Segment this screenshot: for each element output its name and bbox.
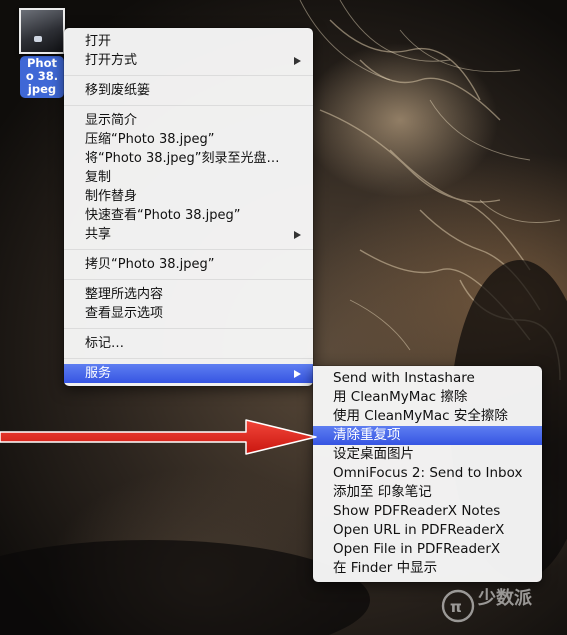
menu-item-label: 打开方式 [85, 53, 138, 68]
service-add-to-evernote[interactable]: 添加至 印象笔记 [313, 483, 542, 502]
service-open-url-in-pdfreaderx[interactable]: Open URL in PDFReaderX [313, 521, 542, 540]
menu-item-label: 拷贝“Photo 38.jpeg” [85, 257, 215, 272]
menu-separator [64, 279, 313, 280]
menu-item-copy[interactable]: 拷贝“Photo 38.jpeg” [64, 255, 313, 274]
menu-item-share[interactable]: 共享 [64, 225, 313, 244]
context-menu: 打开 打开方式 移到废纸篓 显示简介 压缩“Photo 38.jpeg” 将“P… [64, 28, 313, 386]
menu-item-label: OmniFocus 2: Send to Inbox [333, 465, 523, 481]
menu-item-label: 显示简介 [85, 113, 138, 128]
menu-item-clean-up-selection[interactable]: 整理所选内容 [64, 285, 313, 304]
service-omnifocus-send-to-inbox[interactable]: OmniFocus 2: Send to Inbox [313, 464, 542, 483]
svg-text:π: π [450, 598, 462, 616]
menu-item-duplicate[interactable]: 复制 [64, 168, 313, 187]
menu-item-label: 快速查看“Photo 38.jpeg” [85, 208, 241, 223]
menu-item-open[interactable]: 打开 [64, 32, 313, 51]
menu-item-get-info[interactable]: 显示简介 [64, 111, 313, 130]
menu-item-compress[interactable]: 压缩“Photo 38.jpeg” [64, 130, 313, 149]
service-cleanmymac-secure-erase[interactable]: 使用 CleanMyMac 安全擦除 [313, 407, 542, 426]
menu-separator [64, 105, 313, 106]
menu-separator [64, 75, 313, 76]
menu-item-make-alias[interactable]: 制作替身 [64, 187, 313, 206]
services-submenu: Send with Instashare 用 CleanMyMac 擦除 使用 … [313, 366, 542, 582]
desktop-file-icon[interactable]: Photo 38.jpeg [17, 8, 67, 98]
service-cleanmymac-erase[interactable]: 用 CleanMyMac 擦除 [313, 388, 542, 407]
menu-item-quick-look[interactable]: 快速查看“Photo 38.jpeg” [64, 206, 313, 225]
menu-separator [64, 328, 313, 329]
menu-item-label: Open File in PDFReaderX [333, 541, 501, 557]
service-send-with-instashare[interactable]: Send with Instashare [313, 369, 542, 388]
menu-item-label: 在 Finder 中显示 [333, 560, 438, 576]
menu-item-label: 打开 [85, 34, 112, 49]
service-set-desktop-picture[interactable]: 设定桌面图片 [313, 445, 542, 464]
menu-item-move-to-trash[interactable]: 移到废纸篓 [64, 81, 313, 100]
menu-item-label: Show PDFReaderX Notes [333, 503, 501, 519]
menu-item-label: 添加至 印象笔记 [333, 484, 432, 500]
menu-item-label: 共享 [85, 227, 112, 242]
menu-item-open-with[interactable]: 打开方式 [64, 51, 313, 70]
menu-item-burn-to-disc[interactable]: 将“Photo 38.jpeg”刻录至光盘… [64, 149, 313, 168]
menu-separator [64, 358, 313, 359]
site-watermark-logo: π 少数派 [441, 587, 533, 623]
menu-item-label: 复制 [85, 170, 112, 185]
chevron-right-icon [294, 370, 301, 378]
service-open-file-in-pdfreaderx[interactable]: Open File in PDFReaderX [313, 540, 542, 559]
menu-item-services[interactable]: 服务 [64, 364, 313, 383]
menu-item-label: Send with Instashare [333, 370, 475, 386]
menu-item-label: 清除重复项 [333, 427, 401, 443]
menu-item-label: 整理所选内容 [85, 287, 164, 302]
file-name-label: Photo 38.jpeg [20, 56, 64, 98]
menu-item-label: 将“Photo 38.jpeg”刻录至光盘… [85, 151, 280, 166]
photo-thumbnail [19, 8, 65, 54]
menu-item-show-view-options[interactable]: 查看显示选项 [64, 304, 313, 323]
menu-item-label: 服务 [85, 366, 112, 381]
menu-item-label: 移到废纸篓 [85, 83, 151, 98]
chevron-right-icon [294, 57, 301, 65]
menu-separator [64, 249, 313, 250]
service-show-in-finder[interactable]: 在 Finder 中显示 [313, 559, 542, 578]
menu-item-label: 查看显示选项 [85, 306, 164, 321]
menu-item-label: 用 CleanMyMac 擦除 [333, 389, 468, 405]
service-remove-duplicates[interactable]: 清除重复项 [313, 426, 542, 445]
menu-item-label: 设定桌面图片 [333, 446, 414, 462]
menu-item-label: 压缩“Photo 38.jpeg” [85, 132, 215, 147]
menu-item-tags[interactable]: 标记… [64, 334, 313, 353]
service-show-pdfreaderx-notes[interactable]: Show PDFReaderX Notes [313, 502, 542, 521]
menu-item-label: Open URL in PDFReaderX [333, 522, 505, 538]
menu-item-label: 制作替身 [85, 189, 138, 204]
chevron-right-icon [294, 231, 301, 239]
svg-text:少数派: 少数派 [477, 587, 533, 609]
menu-item-label: 标记… [85, 336, 125, 351]
thumbnail-detail [34, 36, 42, 42]
red-arrow-icon [0, 419, 317, 455]
menu-item-label: 使用 CleanMyMac 安全擦除 [333, 408, 508, 424]
